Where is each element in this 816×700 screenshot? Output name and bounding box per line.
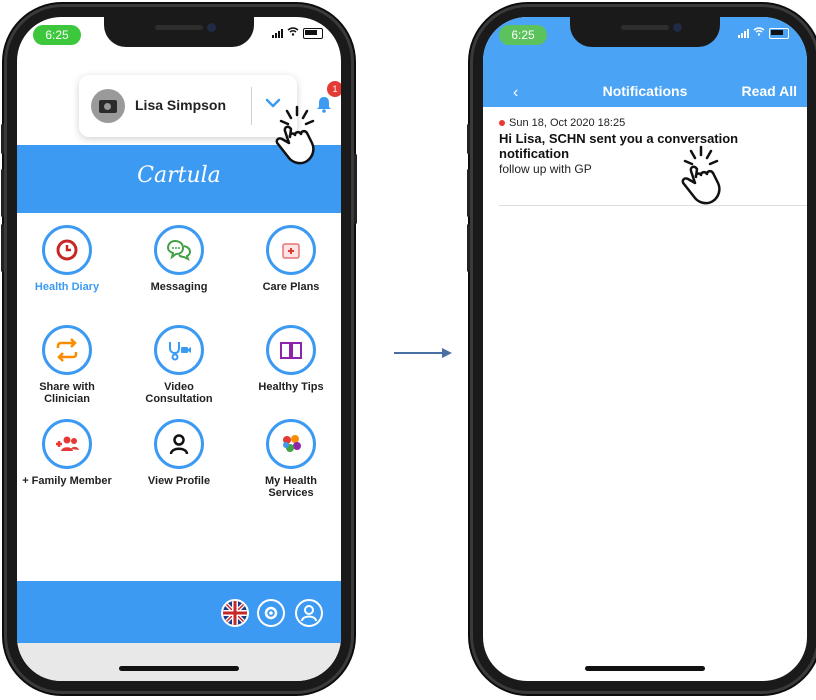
account-icon[interactable]	[295, 599, 323, 627]
book-icon	[266, 325, 316, 375]
uk-flag-icon[interactable]	[221, 599, 249, 627]
tile-label: Health Diary	[34, 281, 100, 293]
person-icon	[154, 419, 204, 469]
tile-share-with-clinician[interactable]: Share with Clinician	[19, 325, 115, 405]
tile-label: View Profile	[147, 475, 211, 487]
chat-bubbles-icon	[154, 225, 204, 275]
tile-label: Video Consultation	[145, 381, 213, 405]
tap-hand-icon	[275, 105, 315, 165]
signal-icon	[738, 28, 749, 38]
notification-item[interactable]: Sun 18, Oct 2020 18:25 Hi Lisa, SCHN sen…	[499, 117, 807, 176]
add-family-icon	[42, 419, 92, 469]
home-indicator[interactable]	[119, 666, 239, 671]
bottom-toolbar	[17, 581, 341, 643]
signal-icon	[272, 28, 283, 38]
tile-messaging[interactable]: Messaging	[131, 225, 227, 293]
services-logo-icon	[266, 419, 316, 469]
swap-arrows-icon	[42, 325, 92, 375]
tile-healthy-tips[interactable]: Healthy Tips	[243, 325, 339, 393]
notification-body: follow up with GP	[499, 162, 592, 176]
tile-view-profile[interactable]: View Profile	[131, 419, 227, 487]
phone-frame-notifications: 6:25 ‹ Notifications Read All Sun 18, Oc…	[467, 4, 816, 694]
tile-label: Healthy Tips	[258, 381, 324, 393]
settings-gear-icon[interactable]	[257, 599, 285, 627]
notch	[570, 17, 720, 47]
tile-care-plans[interactable]: Care Plans	[243, 225, 339, 293]
tile-add-family-member[interactable]: + Family Member	[19, 419, 115, 487]
tile-label: + Family Member	[22, 475, 112, 487]
tile-health-diary[interactable]: Health Diary	[19, 225, 115, 293]
avatar[interactable]	[91, 89, 125, 123]
notifications-screen: 6:25 ‹ Notifications Read All Sun 18, Oc…	[483, 17, 807, 681]
battery-icon	[303, 27, 323, 39]
home-indicator[interactable]	[585, 666, 705, 671]
notification-title: Hi Lisa, SCHN sent you a conversation no…	[499, 131, 739, 161]
battery-icon	[769, 27, 789, 39]
home-screen: 6:25 Lisa Simpson 1 Cartula Health Diary…	[17, 17, 341, 681]
notch	[104, 17, 254, 47]
tile-video-consultation[interactable]: Video Consultation	[131, 325, 227, 405]
notification-date-row: Sun 18, Oct 2020 18:25	[499, 117, 807, 129]
read-all-button[interactable]: Read All	[742, 83, 798, 99]
user-name: Lisa Simpson	[135, 97, 227, 113]
wifi-icon	[287, 27, 299, 39]
bottom-strip	[17, 643, 341, 681]
notification-date: Sun 18, Oct 2020 18:25	[509, 117, 626, 129]
stethoscope-video-icon	[154, 325, 204, 375]
divider	[499, 205, 807, 206]
tile-label: My Health Services	[265, 475, 317, 499]
arrow-right-icon	[394, 348, 452, 358]
status-time: 6:25	[499, 25, 547, 45]
phone-frame-home: 6:25 Lisa Simpson 1 Cartula Health Diary…	[1, 4, 357, 694]
tile-label: Share with Clinician	[39, 381, 95, 405]
tile-label: Messaging	[150, 281, 208, 293]
tile-my-health-services[interactable]: My Health Services	[243, 419, 339, 499]
status-icons	[272, 27, 323, 39]
notification-badge: 1	[327, 81, 341, 97]
unread-dot-icon	[499, 120, 505, 126]
status-time: 6:25	[33, 25, 81, 45]
status-icons	[738, 27, 789, 39]
wifi-icon	[753, 27, 765, 39]
tap-hand-icon	[681, 145, 721, 205]
care-plan-icon	[266, 225, 316, 275]
camera-icon	[99, 100, 117, 113]
clock-icon	[42, 225, 92, 275]
tile-label: Care Plans	[262, 281, 320, 293]
